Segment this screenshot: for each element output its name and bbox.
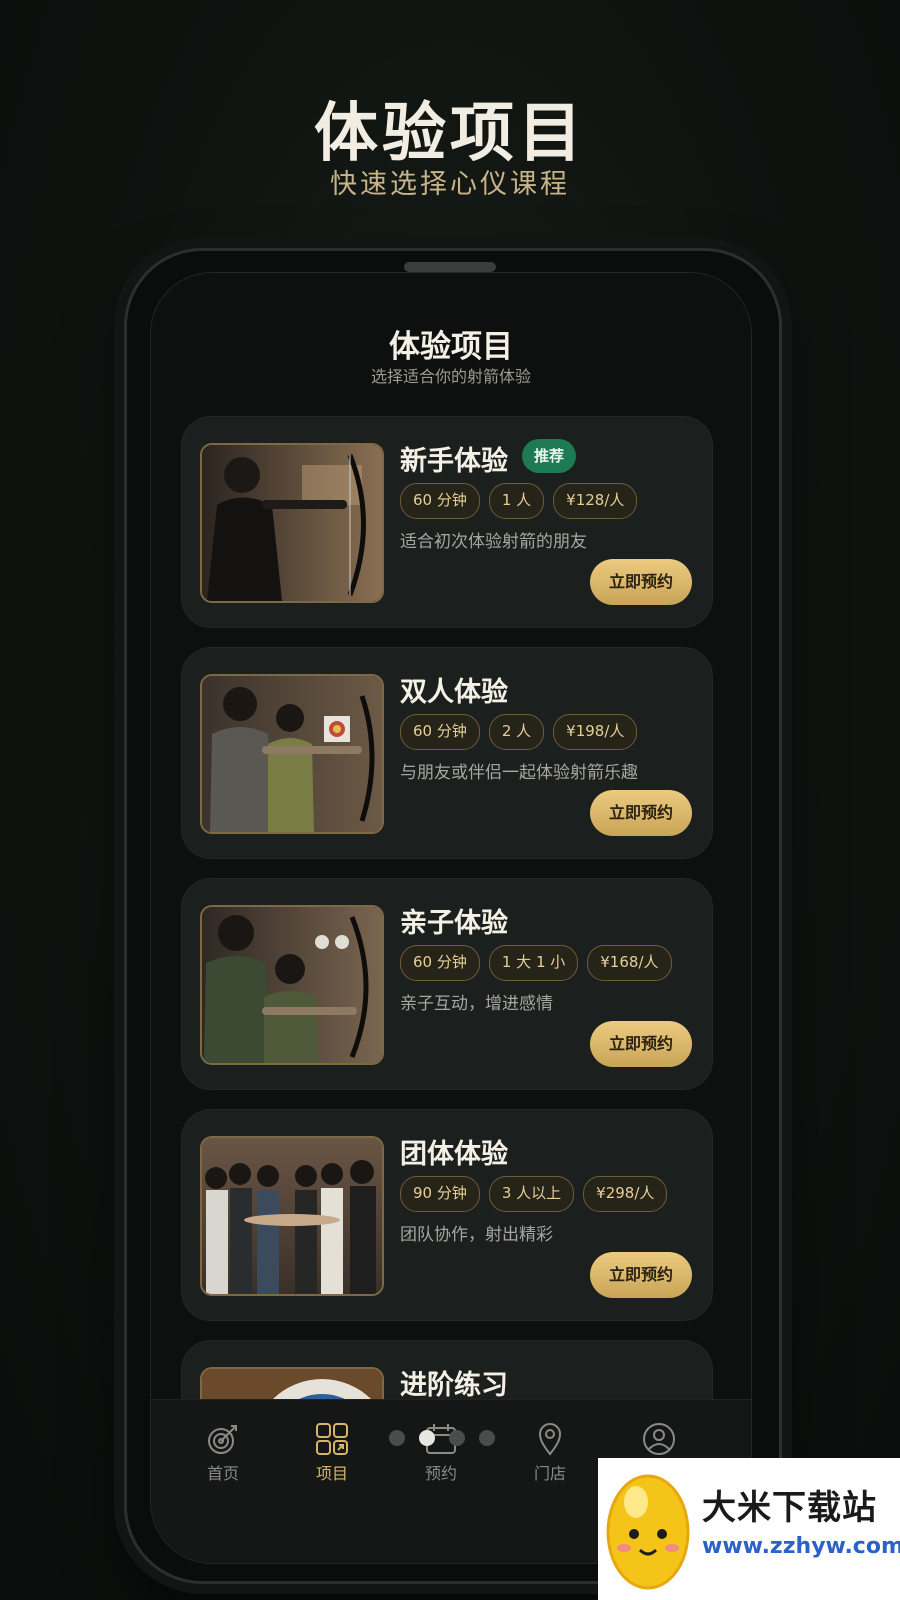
tab-label: 预约 — [424, 1464, 457, 1483]
carousel-dot[interactable] — [449, 1430, 465, 1446]
carousel-dot-active[interactable] — [419, 1430, 435, 1446]
course-description: 适合初次体验射箭的朋友 — [400, 532, 587, 552]
carousel-dot[interactable] — [389, 1430, 405, 1446]
course-tags: 60 分钟 1 大 1 小 ¥168/人 — [400, 945, 672, 981]
course-description: 亲子互动，增进感情 — [400, 994, 553, 1014]
course-title: 双人体验 — [400, 677, 508, 708]
watermark-url: www.zzhyw.com — [702, 1534, 900, 1559]
tab-label: 项目 — [315, 1464, 348, 1483]
page-title: 体验项目 — [389, 329, 513, 365]
hero-subtitle: 快速选择心仪课程 — [330, 169, 570, 200]
carousel-dot[interactable] — [479, 1430, 495, 1446]
tab-stores[interactable]: 门店 — [505, 1422, 595, 1484]
book-now-button[interactable]: 立即预约 — [590, 790, 692, 836]
tab-label: 首页 — [206, 1464, 239, 1483]
people-tag: 1 大 1 小 — [488, 945, 579, 981]
course-tags: 60 分钟 1 人 ¥128/人 — [400, 483, 638, 519]
book-now-button[interactable]: 立即预约 — [590, 1252, 692, 1298]
recommend-badge: 推荐 — [522, 439, 577, 473]
tab-label: 门店 — [533, 1464, 566, 1483]
course-title: 新手体验 — [400, 446, 508, 477]
location-icon — [533, 1422, 567, 1456]
course-title: 亲子体验 — [400, 908, 508, 939]
course-description: 与朋友或伴侣一起体验射箭乐趣 — [400, 763, 638, 783]
price-tag: ¥198/人 — [553, 714, 638, 750]
course-title: 团体体验 — [400, 1139, 508, 1170]
mascot-logo — [606, 1474, 690, 1590]
page-subtitle: 选择适合你的射箭体验 — [370, 367, 531, 386]
duration-tag: 60 分钟 — [400, 483, 480, 519]
course-card-family[interactable]: 亲子体验 60 分钟 1 大 1 小 ¥168/人 亲子互动，增进感情 立即预约 — [181, 878, 713, 1090]
course-tags: 90 分钟 3 人以上 ¥298/人 — [400, 1176, 668, 1212]
carousel-indicator — [389, 1430, 495, 1446]
book-now-button[interactable]: 立即预约 — [590, 559, 692, 605]
course-photo — [200, 443, 384, 603]
price-tag: ¥128/人 — [553, 483, 638, 519]
course-photo — [200, 905, 384, 1065]
course-title: 进阶练习 — [400, 1370, 508, 1401]
people-tag: 3 人以上 — [488, 1176, 575, 1212]
hero-title: 体验项目 — [314, 97, 586, 171]
app-screen: 体验项目 选择适合你的射箭体验 新手体验 推荐 60 分钟 1 人 ¥128/人… — [150, 272, 752, 1564]
tab-home[interactable]: 首页 — [178, 1422, 268, 1484]
course-photo — [200, 1136, 384, 1296]
course-photo — [200, 674, 384, 834]
price-tag: ¥298/人 — [583, 1176, 668, 1212]
course-card-group[interactable]: 团体体验 90 分钟 3 人以上 ¥298/人 团队协作，射出精彩 立即预约 — [181, 1109, 713, 1321]
duration-tag: 60 分钟 — [400, 945, 480, 981]
book-now-button[interactable]: 立即预约 — [590, 1021, 692, 1067]
course-description: 团队协作，射出精彩 — [400, 1225, 553, 1245]
watermark: 大米下载站 www.zzhyw.com — [598, 1458, 900, 1600]
people-tag: 1 人 — [488, 483, 545, 519]
user-icon — [642, 1422, 676, 1456]
phone-notch — [404, 262, 496, 272]
watermark-title: 大米下载站 — [702, 1488, 877, 1528]
course-tags: 60 分钟 2 人 ¥198/人 — [400, 714, 638, 750]
course-card-duo[interactable]: 双人体验 60 分钟 2 人 ¥198/人 与朋友或伴侣一起体验射箭乐趣 立即预… — [181, 647, 713, 859]
tab-projects[interactable]: 项目 — [287, 1422, 377, 1484]
price-tag: ¥168/人 — [587, 945, 672, 981]
grid-icon — [315, 1422, 349, 1456]
people-tag: 2 人 — [488, 714, 545, 750]
duration-tag: 60 分钟 — [400, 714, 480, 750]
target-icon — [206, 1422, 240, 1456]
course-card-beginner[interactable]: 新手体验 推荐 60 分钟 1 人 ¥128/人 适合初次体验射箭的朋友 立即预… — [181, 416, 713, 628]
duration-tag: 90 分钟 — [400, 1176, 480, 1212]
